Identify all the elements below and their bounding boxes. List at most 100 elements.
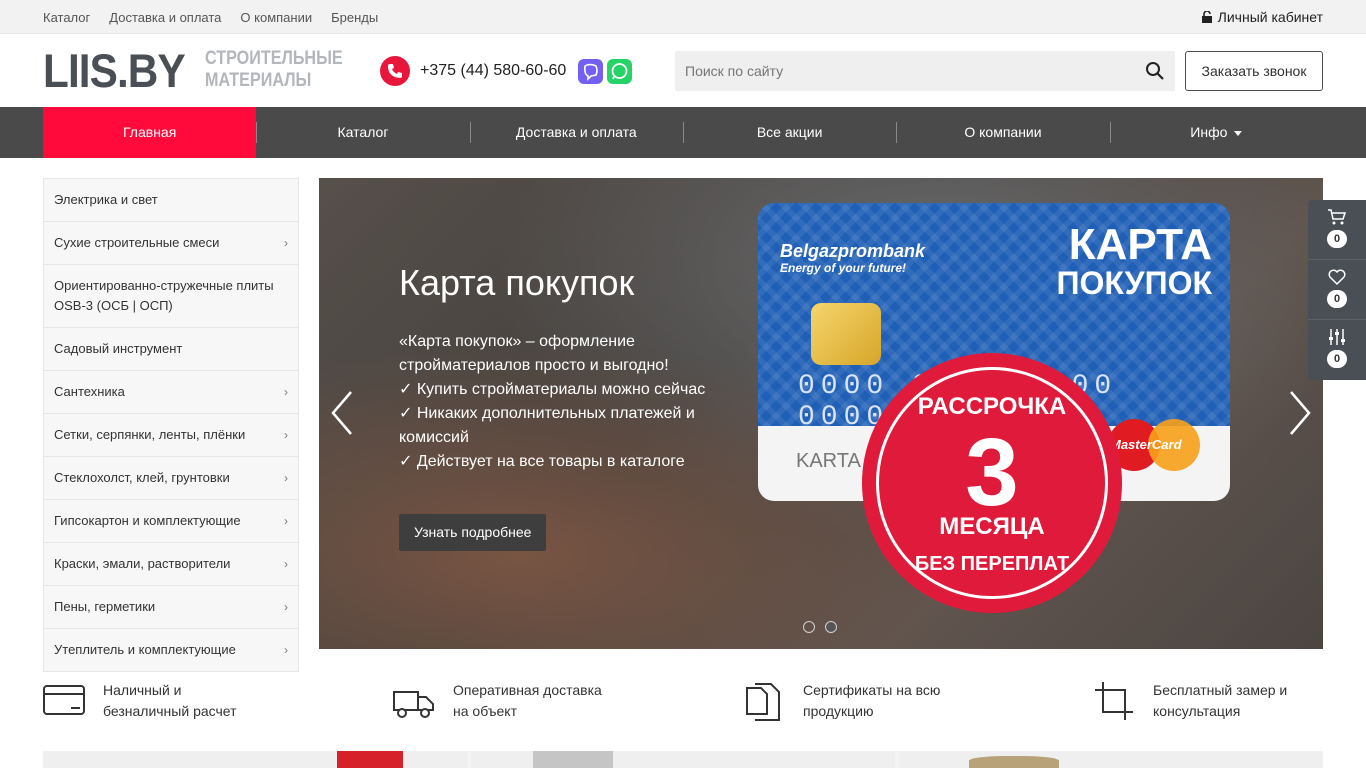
category-label: Утеплитель и комплектующие <box>54 642 236 657</box>
viber-icon[interactable] <box>578 59 603 84</box>
category-label: Гипсокартон и комплектующие <box>54 513 241 528</box>
category-item[interactable]: Садовый инструмент <box>44 328 298 371</box>
card-title-line1: КАРТА <box>1068 220 1212 269</box>
nav-item-promotions[interactable]: Все акции <box>682 107 896 158</box>
slider-dot-active[interactable] <box>825 621 837 633</box>
category-item[interactable]: Гипсокартон и комплектующие › <box>44 500 298 543</box>
badge-top-text: РАССРОЧКА <box>917 393 1067 420</box>
product-banner[interactable] <box>899 751 1323 768</box>
chevron-right-icon: › <box>284 514 288 528</box>
phone-icon <box>380 56 410 86</box>
category-label: Сетки, серпянки, ленты, плёнки <box>54 427 246 442</box>
feature-certificates: Сертификаты на всю продукцию <box>743 680 940 722</box>
category-label: Краски, эмали, растворители <box>54 556 231 571</box>
chevron-right-icon: › <box>284 557 288 571</box>
compare-widget[interactable]: 0 <box>1308 320 1366 380</box>
search-box <box>675 51 1175 91</box>
category-item[interactable]: Электрика и свет <box>44 179 298 222</box>
card-chip <box>811 303 881 365</box>
slider-dot[interactable] <box>803 621 815 633</box>
feature-measurement: Бесплатный замер и консультация <box>1093 680 1287 722</box>
compare-count: 0 <box>1327 350 1347 368</box>
cart-icon <box>1328 209 1347 225</box>
category-item[interactable]: Краски, эмали, растворители › <box>44 543 298 586</box>
search-input[interactable] <box>675 51 1115 91</box>
category-label: Садовый инструмент <box>54 341 183 356</box>
slide-text-line: ✓ Действует на все товары в каталоге <box>399 453 685 470</box>
documents-icon <box>746 683 780 721</box>
badge-number: 3 <box>965 419 1019 526</box>
phone-number[interactable]: +375 (44) 580-60-60 <box>420 62 566 80</box>
chevron-right-icon: › <box>284 471 288 485</box>
chevron-right-icon: › <box>284 643 288 657</box>
nav-item-about[interactable]: О компании <box>896 107 1109 158</box>
slider-prev-arrow-icon[interactable] <box>327 388 357 438</box>
category-item[interactable]: Пены, герметики › <box>44 586 298 629</box>
slide-title: Карта покупок <box>399 262 635 303</box>
badge-bottom-text: БЕЗ ПЕРЕПЛАТ <box>914 553 1070 575</box>
category-label: Ориентированно-стружечные плиты OSB-3 (О… <box>54 278 274 313</box>
cart-count: 0 <box>1327 230 1347 248</box>
feature-delivery: Оперативная доставка на объект <box>393 680 602 722</box>
slide-text-line: «Карта покупок» – оформление стройматери… <box>399 333 669 374</box>
category-item[interactable]: Стеклохолст, клей, грунтовки › <box>44 457 298 500</box>
callback-button[interactable]: Заказать звонок <box>1185 51 1323 91</box>
product-banner[interactable] <box>471 751 895 768</box>
card-icon <box>43 685 85 715</box>
category-item[interactable]: Ориентированно-стружечные плиты OSB-3 (О… <box>44 265 298 328</box>
category-label: Стеклохолст, клей, грунтовки <box>54 470 230 485</box>
cabinet-label: Личный кабинет <box>1217 9 1323 25</box>
personal-cabinet-link[interactable]: Личный кабинет <box>1201 9 1323 25</box>
chevron-right-icon: › <box>284 385 288 399</box>
chevron-right-icon: › <box>284 236 288 250</box>
favorites-widget[interactable]: 0 <box>1308 260 1366 320</box>
nav-item-home[interactable]: Главная <box>43 107 257 158</box>
top-bar: Каталог Доставка и оплата О компании Бре… <box>0 0 1366 34</box>
category-item[interactable]: Сантехника › <box>44 371 298 414</box>
category-sidebar: Электрика и свет Сухие строительные смес… <box>43 178 299 672</box>
site-logo[interactable]: LIIS.BY <box>43 47 186 94</box>
cart-widget[interactable]: 0 <box>1308 200 1366 260</box>
category-item[interactable]: Сухие строительные смеси › <box>44 222 298 265</box>
category-item[interactable]: Сетки, серпянки, ленты, плёнки › <box>44 414 298 457</box>
category-label: Сухие строительные смеси <box>54 235 220 250</box>
sliders-icon <box>1329 329 1345 345</box>
whatsapp-icon[interactable] <box>607 59 632 84</box>
truck-icon <box>393 691 434 718</box>
nav-item-catalog[interactable]: Каталог <box>256 107 469 158</box>
top-link-delivery[interactable]: Доставка и оплата <box>109 10 221 25</box>
top-link-about[interactable]: О компании <box>240 10 312 25</box>
top-links: Каталог Доставка и оплата О компании Бре… <box>43 10 378 25</box>
search-icon[interactable] <box>1145 61 1165 81</box>
category-label: Пены, герметики <box>54 599 156 614</box>
nav-item-delivery[interactable]: Доставка и оплата <box>469 107 683 158</box>
category-label: Сантехника <box>54 384 125 399</box>
chevron-right-icon: › <box>284 428 288 442</box>
top-link-brands[interactable]: Бренды <box>331 10 378 25</box>
bank-motto: Energy of your future! <box>780 261 907 275</box>
learn-more-button[interactable]: Узнать подробнее <box>399 514 547 551</box>
top-link-catalog[interactable]: Каталог <box>43 10 90 25</box>
category-label: Электрика и свет <box>54 192 158 207</box>
badge-months: МЕСЯЦА <box>939 513 1045 540</box>
lock-icon <box>1201 11 1212 23</box>
product-banner[interactable] <box>43 751 467 768</box>
favorites-count: 0 <box>1327 290 1347 308</box>
nav-item-info[interactable]: Инфо <box>1109 107 1323 158</box>
side-widget: 0 0 0 <box>1308 200 1366 380</box>
main-nav: Главная Каталог Доставка и оплата Все ак… <box>0 107 1366 158</box>
caret-down-icon <box>1234 130 1243 136</box>
crop-icon <box>1095 682 1133 720</box>
slide-text-line: ✓ Купить стройматериалы можно сейчас <box>399 381 706 398</box>
slide-description: «Карта покупок» – оформление стройматери… <box>399 330 739 474</box>
slider-next-arrow-icon[interactable] <box>1285 388 1315 438</box>
chevron-right-icon: › <box>284 600 288 614</box>
bank-name: Belgazprombank <box>780 241 926 261</box>
card-title-line2: ПОКУПОК <box>1056 265 1212 301</box>
slider-dots <box>803 621 837 633</box>
hero-slider: Карта покупок «Карта покупок» – оформлен… <box>319 178 1323 649</box>
nav-info-label: Инфо <box>1190 124 1228 140</box>
installment-badge: РАССРОЧКА 3 МЕСЯЦА БЕЗ ПЕРЕПЛАТ <box>862 353 1122 613</box>
category-item[interactable]: Утеплитель и комплектующие › <box>44 629 298 671</box>
heart-icon <box>1328 269 1346 286</box>
